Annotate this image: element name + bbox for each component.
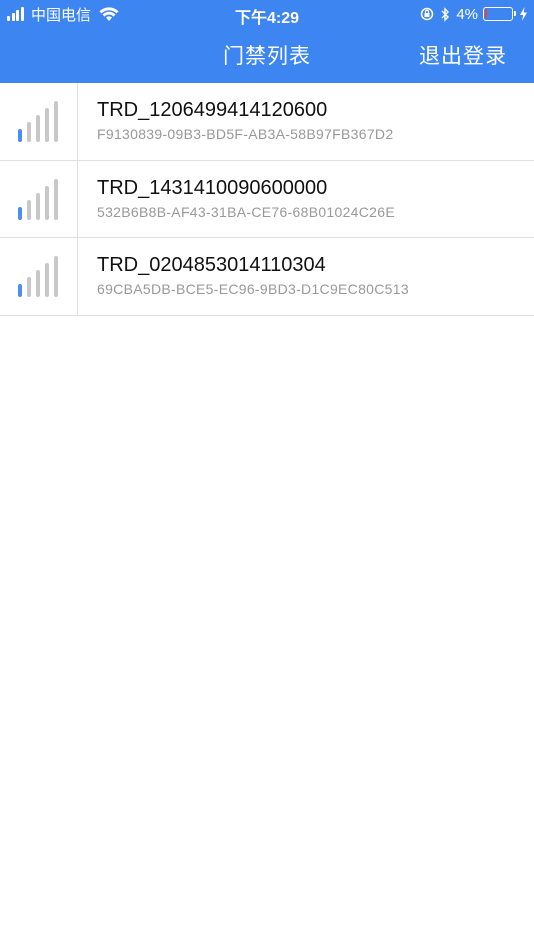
status-bar: 中国电信 下午4:29 4%	[0, 0, 534, 28]
list-item[interactable]: TRD_1206499414120600 F9130839-09B3-BD5F-…	[0, 83, 534, 161]
device-name: TRD_0204853014110304	[97, 254, 326, 276]
battery-icon	[483, 7, 516, 21]
nav-header: 中国电信 下午4:29 4% 门禁列表 退出登录	[0, 0, 534, 83]
device-uuid: 532B6B8B-AF43-31BA-CE76-68B01024C26E	[97, 203, 395, 220]
rotation-lock-icon	[421, 7, 434, 21]
row-icon-cell	[0, 160, 78, 237]
list-item[interactable]: TRD_1431410090600000 532B6B8B-AF43-31BA-…	[0, 160, 534, 238]
battery-percent: 4%	[456, 5, 478, 23]
device-name: TRD_1431410090600000	[97, 176, 328, 199]
device-uuid: 69CBA5DB-BCE5-EC96-9BD3-D1C9EC80C513	[97, 281, 409, 297]
bluetooth-icon	[441, 6, 450, 22]
signal-strength-icon	[18, 101, 58, 142]
row-icon-cell	[0, 83, 78, 160]
signal-strength-icon	[18, 178, 58, 220]
status-right: 4%	[414, 4, 528, 24]
row-icon-cell	[0, 238, 78, 315]
charging-bolt-icon	[520, 7, 527, 21]
signal-strength-icon	[18, 256, 58, 297]
logout-button[interactable]: 退出登录	[419, 40, 507, 70]
device-uuid: F9130839-09B3-BD5F-AB3A-58B97FB367D2	[97, 126, 394, 142]
device-list: TRD_1206499414120600 F9130839-09B3-BD5F-…	[0, 83, 534, 316]
device-name: TRD_1206499414120600	[97, 99, 328, 121]
list-item[interactable]: TRD_0204853014110304 69CBA5DB-BCE5-EC96-…	[0, 238, 534, 316]
